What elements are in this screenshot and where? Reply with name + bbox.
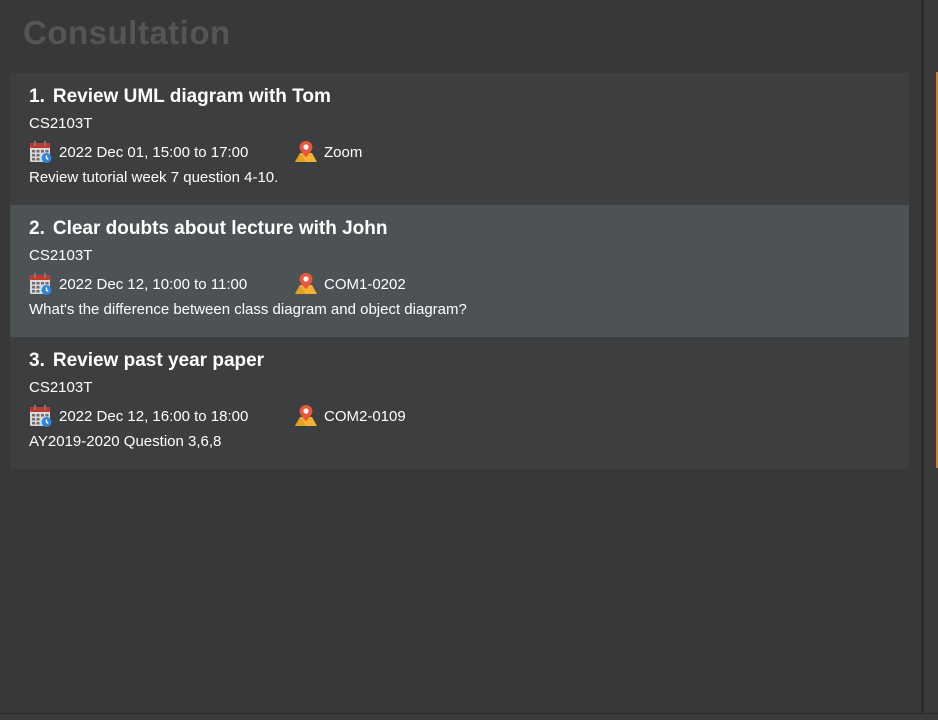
consultation-title: 1. Review UML diagram with Tom bbox=[29, 85, 909, 109]
consultation-module: CS2103T bbox=[29, 247, 93, 264]
consultation-meta: 2022 Dec 01, 15:00 to 17:00 Zoom bbox=[29, 139, 909, 165]
consultation-time: 2022 Dec 01, 15:00 to 17:00 bbox=[29, 140, 294, 164]
location-pin-icon bbox=[295, 141, 317, 162]
consultation-window: Consultation 1. Review UML diagram with T… bbox=[0, 0, 938, 720]
consultation-card-2[interactable]: 2. Clear doubts about lecture with John C… bbox=[10, 205, 909, 337]
consultation-time: 2022 Dec 12, 10:00 to 11:00 bbox=[29, 272, 294, 296]
consultation-title: 2. Clear doubts about lecture with John bbox=[29, 217, 909, 241]
consultation-index: 2. bbox=[29, 218, 45, 239]
consultation-datetime: 2022 Dec 01, 15:00 to 17:00 bbox=[59, 143, 249, 161]
location-pin-icon bbox=[295, 273, 317, 294]
consultation-location-text: COM1-0202 bbox=[324, 275, 406, 293]
consultation-datetime: 2022 Dec 12, 10:00 to 11:00 bbox=[59, 275, 248, 293]
consultation-description: Review tutorial week 7 question 4-10. bbox=[29, 169, 279, 186]
consultation-description: What's the difference between class diag… bbox=[29, 301, 467, 318]
location-pin-icon bbox=[295, 405, 317, 426]
consultation-location: COM1-0202 bbox=[294, 272, 406, 296]
calendar-icon bbox=[30, 141, 52, 163]
consultation-name: Review past year paper bbox=[52, 350, 265, 371]
consultation-index: 1. bbox=[29, 86, 45, 107]
consultation-name: Review UML diagram with Tom bbox=[52, 86, 331, 107]
consultation-location: COM2-0109 bbox=[294, 404, 406, 428]
consultation-meta: 2022 Dec 12, 16:00 to 18:00 COM2-0109 bbox=[29, 403, 909, 429]
consultation-index: 3. bbox=[29, 350, 45, 371]
consultation-time: 2022 Dec 12, 16:00 to 18:00 bbox=[29, 404, 294, 428]
calendar-icon bbox=[30, 405, 52, 427]
consultation-location: Zoom bbox=[294, 140, 362, 164]
consultation-title: 3. Review past year paper bbox=[29, 349, 909, 373]
consultation-location-text: COM2-0109 bbox=[324, 407, 406, 425]
consultation-meta: 2022 Dec 12, 10:00 to 11:00 COM1-0202 bbox=[29, 271, 909, 297]
consultation-module: CS2103T bbox=[29, 115, 93, 132]
consultation-name: Clear doubts about lecture with John bbox=[52, 218, 388, 239]
consultation-description: AY2019-2020 Question 3,6,8 bbox=[29, 433, 222, 450]
consultation-list[interactable]: 1. Review UML diagram with Tom CS2103T 2… bbox=[10, 73, 909, 469]
bottom-border bbox=[0, 713, 938, 720]
consultation-panel: Consultation 1. Review UML diagram with T… bbox=[0, 0, 921, 713]
panel-title: Consultation bbox=[23, 14, 231, 51]
consultation-module: CS2103T bbox=[29, 379, 93, 396]
calendar-icon bbox=[30, 273, 52, 295]
consultation-datetime: 2022 Dec 12, 16:00 to 18:00 bbox=[59, 407, 249, 425]
consultation-card-1[interactable]: 1. Review UML diagram with Tom CS2103T 2… bbox=[10, 73, 909, 205]
consultation-card-3[interactable]: 3. Review past year paper CS2103T 2022 D… bbox=[10, 337, 909, 469]
consultation-location-text: Zoom bbox=[324, 143, 363, 161]
